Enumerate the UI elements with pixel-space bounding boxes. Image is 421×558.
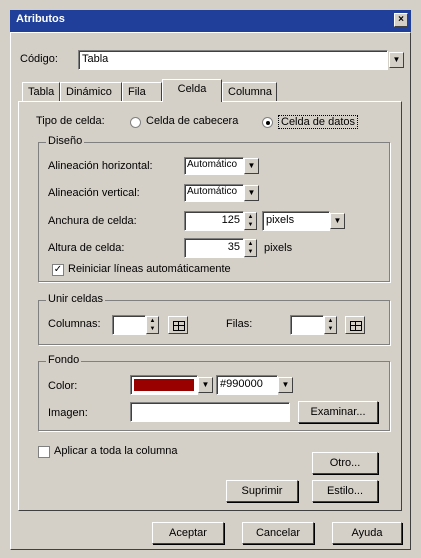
columnas-table-icon[interactable] bbox=[168, 316, 188, 334]
tab-celda[interactable]: Celda bbox=[162, 79, 222, 102]
filas-label: Filas: bbox=[226, 318, 253, 330]
tab-columna[interactable]: Columna bbox=[222, 82, 277, 102]
alto-label: Altura de celda: bbox=[48, 242, 125, 254]
estilo-button[interactable]: Estilo... bbox=[312, 480, 378, 502]
filas-spinner[interactable]: ▲ ▼ bbox=[324, 316, 337, 334]
imagen-input[interactable] bbox=[130, 402, 290, 422]
ancho-unit-select[interactable]: pixels bbox=[262, 211, 330, 231]
alto-spinner[interactable]: ▲ ▼ bbox=[244, 239, 257, 257]
columnas-spinner[interactable]: ▲ ▼ bbox=[146, 316, 159, 334]
window-title: Atributos bbox=[16, 13, 65, 25]
filas-input[interactable] bbox=[290, 315, 324, 335]
ancho-spinner[interactable]: ▲ ▼ bbox=[244, 212, 257, 230]
align-v-dropdown-button[interactable]: ▼ bbox=[244, 185, 259, 201]
codigo-label: Código: bbox=[20, 53, 58, 65]
alto-unit-label: pixels bbox=[264, 242, 293, 254]
ancho-unit-dropdown-button[interactable]: ▼ bbox=[330, 213, 345, 229]
color-swatch bbox=[134, 379, 194, 391]
codigo-dropdown-button[interactable]: ▼ bbox=[389, 52, 404, 68]
fondo-legend: Fondo bbox=[46, 354, 82, 366]
diseno-legend: Diseño bbox=[46, 135, 85, 147]
radio-celda-datos[interactable] bbox=[262, 117, 273, 128]
color-value-select[interactable]: #990000 bbox=[216, 375, 278, 395]
ayuda-button[interactable]: Ayuda bbox=[332, 522, 402, 544]
align-h-dropdown-button[interactable]: ▼ bbox=[244, 158, 259, 174]
filas-table-icon[interactable] bbox=[345, 316, 365, 334]
radio-celda-cabecera[interactable] bbox=[130, 117, 141, 128]
aceptar-button[interactable]: Aceptar bbox=[152, 522, 224, 544]
title-bar: Atributos × bbox=[10, 10, 411, 32]
aplicar-checkbox[interactable] bbox=[38, 446, 50, 458]
unir-legend: Unir celdas bbox=[46, 293, 106, 305]
color-label: Color: bbox=[48, 380, 78, 392]
columnas-label: Columnas: bbox=[48, 318, 101, 330]
align-v-label: Alineación vertical: bbox=[48, 187, 140, 199]
tipo-celda-label: Tipo de celda: bbox=[36, 115, 105, 127]
otro-button[interactable]: Otro... bbox=[312, 452, 378, 474]
align-v-select[interactable]: Automático bbox=[184, 184, 244, 202]
tab-dinamico[interactable]: Dinámico bbox=[60, 82, 122, 102]
color-picker-dropdown-button[interactable]: ▼ bbox=[198, 377, 213, 393]
color-picker[interactable] bbox=[130, 375, 198, 395]
suprimir-button[interactable]: Suprimir bbox=[226, 480, 298, 502]
examinar-button[interactable]: Examinar... bbox=[298, 401, 378, 423]
imagen-label: Imagen: bbox=[48, 407, 88, 419]
cancelar-button[interactable]: Cancelar bbox=[242, 522, 314, 544]
aplicar-label: Aplicar a toda la columna bbox=[54, 445, 178, 457]
radio-celda-datos-label: Celda de datos bbox=[278, 115, 358, 129]
wrap-label: Reiniciar líneas automáticamente bbox=[68, 263, 231, 275]
radio-celda-cabecera-label: Celda de cabecera bbox=[146, 115, 239, 127]
codigo-select[interactable]: Tabla bbox=[78, 50, 388, 70]
align-h-label: Alineación horizontal: bbox=[48, 160, 153, 172]
align-h-select[interactable]: Automático bbox=[184, 157, 244, 175]
ancho-input[interactable]: 125 bbox=[184, 211, 244, 231]
tab-fila[interactable]: Fila bbox=[122, 82, 162, 102]
alto-input[interactable]: 35 bbox=[184, 238, 244, 258]
columnas-input[interactable] bbox=[112, 315, 146, 335]
close-button[interactable]: × bbox=[394, 13, 408, 27]
wrap-checkbox[interactable]: ✓ bbox=[52, 264, 64, 276]
color-value-dropdown-button[interactable]: ▼ bbox=[278, 377, 293, 393]
ancho-label: Anchura de celda: bbox=[48, 215, 137, 227]
tab-tabla[interactable]: Tabla bbox=[22, 82, 60, 102]
